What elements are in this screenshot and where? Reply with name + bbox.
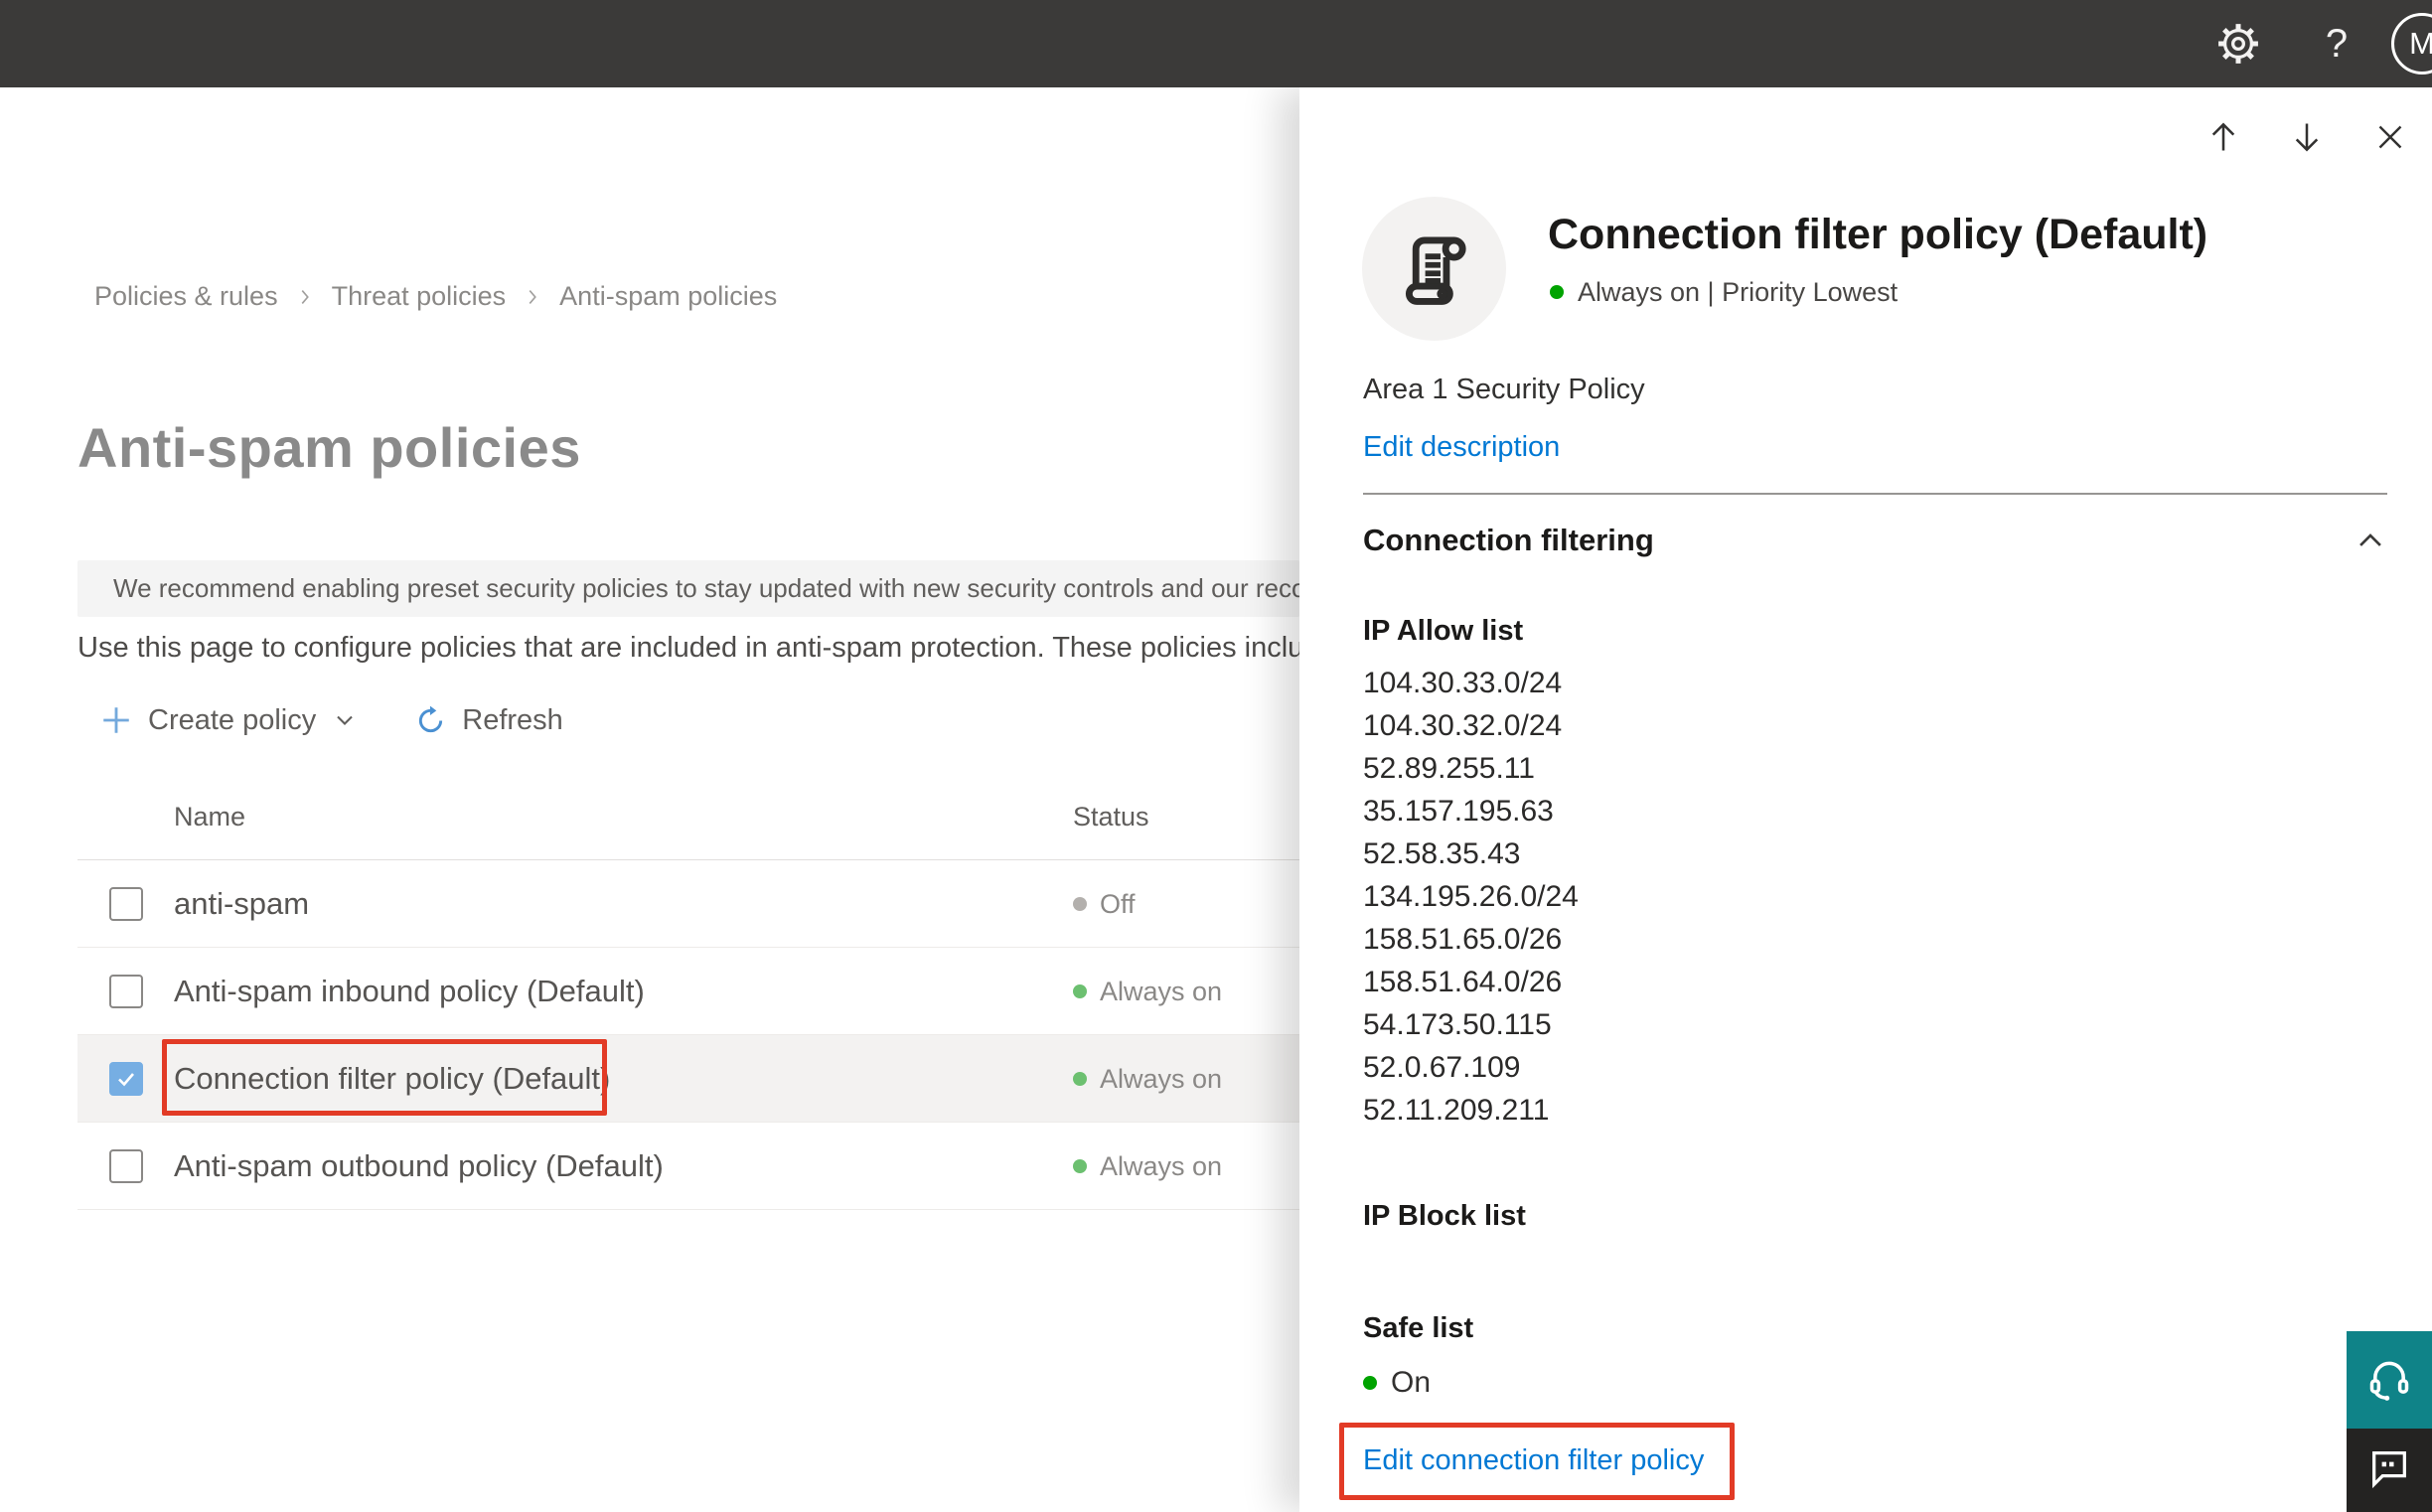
help-icon[interactable]: ? <box>2311 18 2362 70</box>
status-on-dot <box>1363 1376 1377 1390</box>
ip-entry: 158.51.64.0/26 <box>1363 966 1563 998</box>
headset-icon <box>2369 1361 2409 1401</box>
plus-icon <box>103 707 129 733</box>
ip-entry: 104.30.32.0/24 <box>1363 709 1563 742</box>
row-name: anti-spam <box>174 886 310 921</box>
refresh-button[interactable]: Refresh <box>414 704 563 737</box>
chevron-down-icon <box>337 715 353 725</box>
chevron-right-icon <box>301 289 309 304</box>
ip-entry: 104.30.33.0/24 <box>1363 667 1563 699</box>
safe-list-title: Safe list <box>1363 1312 1474 1344</box>
anti-spam-policies-page: { "topbar": { "help_label": "?", "avatar… <box>0 0 2432 1512</box>
chevron-up-icon <box>2359 533 2381 546</box>
status-on-dot <box>1073 1072 1087 1086</box>
row-checkbox-checked[interactable] <box>109 1062 143 1096</box>
feedback-chat-icon <box>2372 1450 2406 1489</box>
table-row-connection-filter-policy[interactable]: Connection filter policy (Default) Alway… <box>77 1035 1299 1123</box>
status-cell: Always on <box>1073 1035 1222 1123</box>
ip-entry: 52.89.255.11 <box>1363 752 1535 785</box>
row-checkbox[interactable] <box>109 975 143 1008</box>
ip-entry: 54.173.50.115 <box>1363 1008 1552 1041</box>
check-icon <box>118 1073 134 1087</box>
breadcrumb-policies-rules[interactable]: Policies & rules <box>94 281 278 312</box>
row-name: Connection filter policy (Default) <box>174 1061 611 1096</box>
status-on-dot <box>1073 984 1087 998</box>
column-header-status[interactable]: Status <box>1073 773 1149 860</box>
feedback-button[interactable] <box>2347 1429 2432 1512</box>
policy-description: Area 1 Security Policy <box>1363 374 1645 405</box>
status-cell: Always on <box>1073 948 1222 1035</box>
recommendation-banner: We recommend enabling preset security po… <box>77 560 1299 617</box>
create-policy-button[interactable]: Create policy <box>99 703 359 737</box>
refresh-icon <box>419 705 443 732</box>
ip-entry: 158.51.65.0/26 <box>1363 923 1563 956</box>
row-name: Anti-spam outbound policy (Default) <box>174 1148 664 1183</box>
status-off-dot <box>1073 897 1087 911</box>
row-name: Anti-spam inbound policy (Default) <box>174 974 645 1008</box>
ip-block-list-title: IP Block list <box>1363 1200 1526 1232</box>
page-title: Anti-spam policies <box>77 416 581 479</box>
close-icon[interactable] <box>2370 117 2410 157</box>
panel-title: Connection filter policy (Default) <box>1548 211 2208 258</box>
edit-description-link[interactable]: Edit description <box>1363 431 1560 464</box>
breadcrumb: Policies & rules Threat policies Anti-sp… <box>94 281 777 312</box>
breadcrumb-threat-policies[interactable]: Threat policies <box>332 281 507 312</box>
table-row-inbound-policy[interactable]: Anti-spam inbound policy (Default) Alway… <box>77 948 1299 1035</box>
panel-status-line: Always on | Priority Lowest <box>1550 272 1898 312</box>
status-label: Always on <box>1100 1150 1223 1181</box>
settings-gear-icon[interactable] <box>2212 18 2264 70</box>
row-checkbox[interactable] <box>109 887 143 921</box>
breadcrumb-anti-spam-policies[interactable]: Anti-spam policies <box>559 281 777 312</box>
ip-entry: 35.157.195.63 <box>1363 795 1554 828</box>
refresh-label: Refresh <box>462 703 563 736</box>
ip-entry: 52.11.209.211 <box>1363 1094 1550 1127</box>
toolbar: Create policy Refresh <box>77 689 563 751</box>
panel-status-text: Always on | Priority Lowest <box>1578 276 1899 307</box>
status-on-dot <box>1550 285 1564 299</box>
support-headset-button[interactable] <box>2347 1331 2432 1429</box>
edit-connection-filter-policy-link[interactable]: Edit connection filter policy <box>1363 1444 1704 1477</box>
safe-list-status-label: On <box>1391 1366 1432 1399</box>
table-row-outbound-policy[interactable]: Anti-spam outbound policy (Default) Alwa… <box>77 1123 1299 1210</box>
row-checkbox[interactable] <box>109 1149 143 1183</box>
section-title: Connection filtering <box>1363 523 1654 557</box>
safe-list-status: On <box>1363 1362 1431 1404</box>
table-header: Name Status <box>77 773 1299 860</box>
connection-filtering-section-header[interactable]: Connection filtering <box>1363 517 2387 564</box>
policy-scroll-icon <box>1362 197 1506 341</box>
banner-text: We recommend enabling preset security po… <box>113 573 1299 603</box>
ip-allow-list: 104.30.33.0/24 104.30.32.0/24 52.89.255.… <box>1363 662 1579 1132</box>
page-description: Use this page to configure policies that… <box>77 631 1299 664</box>
account-avatar[interactable]: M <box>2391 13 2432 75</box>
ip-entry: 52.0.67.109 <box>1363 1051 1521 1084</box>
panel-navigation <box>2204 117 2410 157</box>
next-item-arrow-down-icon[interactable] <box>2287 117 2327 157</box>
policy-table: Name Status anti-spam Off Anti-spam inbo… <box>77 773 1299 1210</box>
ip-allow-list-title: IP Allow list <box>1363 615 1524 647</box>
status-cell: Off <box>1073 860 1136 948</box>
policy-details-panel: Connection filter policy (Default) Alway… <box>1299 87 2432 1512</box>
status-label: Always on <box>1100 976 1223 1006</box>
status-label: Off <box>1100 888 1136 919</box>
top-app-bar: ? M <box>0 0 2432 87</box>
status-on-dot <box>1073 1159 1087 1173</box>
status-cell: Always on <box>1073 1123 1222 1210</box>
status-label: Always on <box>1100 1063 1223 1094</box>
ip-entry: 134.195.26.0/24 <box>1363 880 1579 913</box>
previous-item-arrow-up-icon[interactable] <box>2204 117 2243 157</box>
create-policy-label: Create policy <box>148 703 317 736</box>
column-header-name[interactable]: Name <box>174 773 245 860</box>
chevron-right-icon <box>529 289 537 304</box>
table-row-anti-spam[interactable]: anti-spam Off <box>77 860 1299 948</box>
ip-entry: 52.58.35.43 <box>1363 837 1521 870</box>
divider <box>1363 493 2387 495</box>
